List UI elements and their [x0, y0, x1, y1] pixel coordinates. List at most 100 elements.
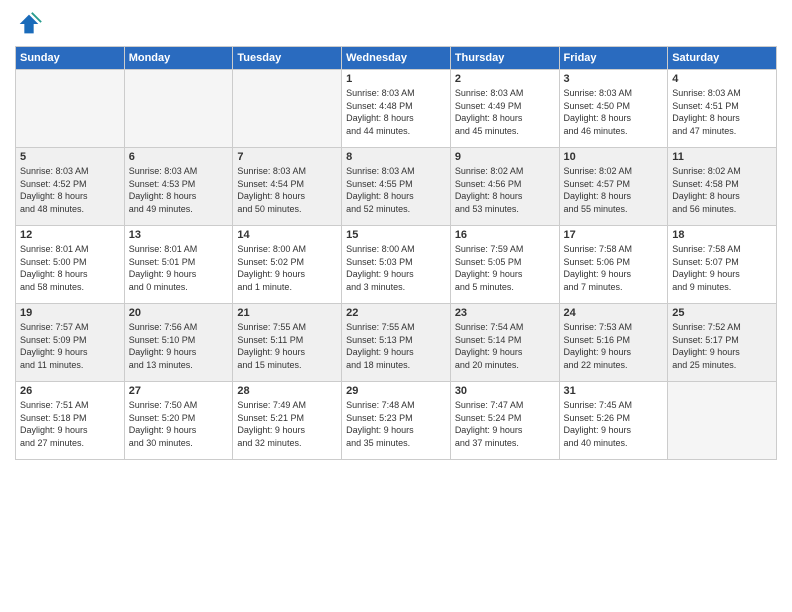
- calendar-cell: 2 Sunrise: 8:03 AM Sunset: 4:49 PM Daylig…: [450, 70, 559, 148]
- date-number: 8: [346, 151, 446, 163]
- date-number: 25: [672, 307, 772, 319]
- calendar-week-row: 5 Sunrise: 8:03 AM Sunset: 4:52 PM Daylig…: [16, 148, 777, 226]
- cell-content: Sunrise: 8:03 AM Sunset: 4:53 PM Dayligh…: [129, 165, 229, 215]
- date-number: 6: [129, 151, 229, 163]
- cell-content: Sunrise: 8:03 AM Sunset: 4:55 PM Dayligh…: [346, 165, 446, 215]
- date-number: 4: [672, 73, 772, 85]
- cell-content: Sunrise: 8:00 AM Sunset: 5:02 PM Dayligh…: [237, 243, 337, 293]
- day-header-sunday: Sunday: [16, 47, 125, 70]
- calendar-cell: [668, 382, 777, 460]
- calendar-cell: 25 Sunrise: 7:52 AM Sunset: 5:17 PM Dayli…: [668, 304, 777, 382]
- date-number: 9: [455, 151, 555, 163]
- cell-content: Sunrise: 7:53 AM Sunset: 5:16 PM Dayligh…: [564, 321, 664, 371]
- cell-content: Sunrise: 7:51 AM Sunset: 5:18 PM Dayligh…: [20, 399, 120, 449]
- calendar-cell: 26 Sunrise: 7:51 AM Sunset: 5:18 PM Dayli…: [16, 382, 125, 460]
- cell-content: Sunrise: 7:58 AM Sunset: 5:06 PM Dayligh…: [564, 243, 664, 293]
- day-header-wednesday: Wednesday: [342, 47, 451, 70]
- date-number: 11: [672, 151, 772, 163]
- date-number: 28: [237, 385, 337, 397]
- date-number: 19: [20, 307, 120, 319]
- calendar-cell: 13Sunrise: 8:01 AM Sunset: 5:01 PM Dayli…: [124, 226, 233, 304]
- calendar-cell: 11 Sunrise: 8:02 AM Sunset: 4:58 PM Dayli…: [668, 148, 777, 226]
- calendar-cell: 31 Sunrise: 7:45 AM Sunset: 5:26 PM Dayli…: [559, 382, 668, 460]
- calendar-cell: 9 Sunrise: 8:02 AM Sunset: 4:56 PM Daylig…: [450, 148, 559, 226]
- cell-content: Sunrise: 8:03 AM Sunset: 4:52 PM Dayligh…: [20, 165, 120, 215]
- cell-content: Sunrise: 8:03 AM Sunset: 4:49 PM Dayligh…: [455, 87, 555, 137]
- date-number: 7: [237, 151, 337, 163]
- cell-content: Sunrise: 7:50 AM Sunset: 5:20 PM Dayligh…: [129, 399, 229, 449]
- calendar-table: SundayMondayTuesdayWednesdayThursdayFrid…: [15, 46, 777, 460]
- calendar-cell: 7Sunrise: 8:03 AM Sunset: 4:54 PM Daylig…: [233, 148, 342, 226]
- date-number: 14: [237, 229, 337, 241]
- date-number: 1: [346, 73, 446, 85]
- date-number: 31: [564, 385, 664, 397]
- calendar-cell: 12 Sunrise: 8:01 AM Sunset: 5:00 PM Dayli…: [16, 226, 125, 304]
- date-number: 17: [564, 229, 664, 241]
- date-number: 3: [564, 73, 664, 85]
- calendar-cell: 15Sunrise: 8:00 AM Sunset: 5:03 PM Dayli…: [342, 226, 451, 304]
- cell-content: Sunrise: 8:03 AM Sunset: 4:50 PM Dayligh…: [564, 87, 664, 137]
- calendar-cell: [16, 70, 125, 148]
- date-number: 20: [129, 307, 229, 319]
- day-header-thursday: Thursday: [450, 47, 559, 70]
- cell-content: Sunrise: 7:49 AM Sunset: 5:21 PM Dayligh…: [237, 399, 337, 449]
- cell-content: Sunrise: 8:03 AM Sunset: 4:48 PM Dayligh…: [346, 87, 446, 137]
- calendar-cell: 21Sunrise: 7:55 AM Sunset: 5:11 PM Dayli…: [233, 304, 342, 382]
- cell-content: Sunrise: 7:47 AM Sunset: 5:24 PM Dayligh…: [455, 399, 555, 449]
- calendar-cell: 30 Sunrise: 7:47 AM Sunset: 5:24 PM Dayli…: [450, 382, 559, 460]
- calendar-cell: 18Sunrise: 7:58 AM Sunset: 5:07 PM Dayli…: [668, 226, 777, 304]
- date-number: 12: [20, 229, 120, 241]
- logo: [15, 10, 47, 38]
- cell-content: Sunrise: 8:02 AM Sunset: 4:56 PM Dayligh…: [455, 165, 555, 215]
- calendar-cell: 14 Sunrise: 8:00 AM Sunset: 5:02 PM Dayli…: [233, 226, 342, 304]
- calendar-cell: 19 Sunrise: 7:57 AM Sunset: 5:09 PM Dayli…: [16, 304, 125, 382]
- date-number: 5: [20, 151, 120, 163]
- calendar-cell: 20 Sunrise: 7:56 AM Sunset: 5:10 PM Dayli…: [124, 304, 233, 382]
- calendar-cell: 17 Sunrise: 7:58 AM Sunset: 5:06 PM Dayli…: [559, 226, 668, 304]
- header: [15, 10, 777, 38]
- cell-content: Sunrise: 7:59 AM Sunset: 5:05 PM Dayligh…: [455, 243, 555, 293]
- calendar-week-row: 1 Sunrise: 8:03 AM Sunset: 4:48 PM Daylig…: [16, 70, 777, 148]
- cell-content: Sunrise: 8:03 AM Sunset: 4:51 PM Dayligh…: [672, 87, 772, 137]
- logo-icon: [15, 10, 43, 38]
- calendar-cell: 4 Sunrise: 8:03 AM Sunset: 4:51 PM Daylig…: [668, 70, 777, 148]
- calendar-cell: 5 Sunrise: 8:03 AM Sunset: 4:52 PM Daylig…: [16, 148, 125, 226]
- day-header-tuesday: Tuesday: [233, 47, 342, 70]
- calendar-cell: 8 Sunrise: 8:03 AM Sunset: 4:55 PM Daylig…: [342, 148, 451, 226]
- cell-content: Sunrise: 7:57 AM Sunset: 5:09 PM Dayligh…: [20, 321, 120, 371]
- cell-content: Sunrise: 8:02 AM Sunset: 4:58 PM Dayligh…: [672, 165, 772, 215]
- calendar-cell: 24Sunrise: 7:53 AM Sunset: 5:16 PM Dayli…: [559, 304, 668, 382]
- day-header-friday: Friday: [559, 47, 668, 70]
- date-number: 15: [346, 229, 446, 241]
- cell-content: Sunrise: 7:48 AM Sunset: 5:23 PM Dayligh…: [346, 399, 446, 449]
- calendar-cell: 1 Sunrise: 8:03 AM Sunset: 4:48 PM Daylig…: [342, 70, 451, 148]
- cell-content: Sunrise: 8:01 AM Sunset: 5:01 PM Dayligh…: [129, 243, 229, 293]
- date-number: 23: [455, 307, 555, 319]
- calendar-cell: 22 Sunrise: 7:55 AM Sunset: 5:13 PM Dayli…: [342, 304, 451, 382]
- calendar-cell: 16 Sunrise: 7:59 AM Sunset: 5:05 PM Dayli…: [450, 226, 559, 304]
- cell-content: Sunrise: 7:56 AM Sunset: 5:10 PM Dayligh…: [129, 321, 229, 371]
- calendar-cell: 6 Sunrise: 8:03 AM Sunset: 4:53 PM Daylig…: [124, 148, 233, 226]
- cell-content: Sunrise: 8:02 AM Sunset: 4:57 PM Dayligh…: [564, 165, 664, 215]
- date-number: 2: [455, 73, 555, 85]
- date-number: 22: [346, 307, 446, 319]
- date-number: 10: [564, 151, 664, 163]
- calendar-week-row: 12 Sunrise: 8:01 AM Sunset: 5:00 PM Dayli…: [16, 226, 777, 304]
- page-container: SundayMondayTuesdayWednesdayThursdayFrid…: [0, 0, 792, 612]
- day-header-saturday: Saturday: [668, 47, 777, 70]
- calendar-cell: [233, 70, 342, 148]
- cell-content: Sunrise: 7:45 AM Sunset: 5:26 PM Dayligh…: [564, 399, 664, 449]
- date-number: 26: [20, 385, 120, 397]
- cell-content: Sunrise: 8:01 AM Sunset: 5:00 PM Dayligh…: [20, 243, 120, 293]
- date-number: 16: [455, 229, 555, 241]
- cell-content: Sunrise: 7:55 AM Sunset: 5:13 PM Dayligh…: [346, 321, 446, 371]
- day-header-monday: Monday: [124, 47, 233, 70]
- calendar-cell: 29Sunrise: 7:48 AM Sunset: 5:23 PM Dayli…: [342, 382, 451, 460]
- calendar-cell: 28 Sunrise: 7:49 AM Sunset: 5:21 PM Dayli…: [233, 382, 342, 460]
- calendar-week-row: 26 Sunrise: 7:51 AM Sunset: 5:18 PM Dayli…: [16, 382, 777, 460]
- calendar-week-row: 19 Sunrise: 7:57 AM Sunset: 5:09 PM Dayli…: [16, 304, 777, 382]
- calendar-cell: 23Sunrise: 7:54 AM Sunset: 5:14 PM Dayli…: [450, 304, 559, 382]
- calendar-cell: 27Sunrise: 7:50 AM Sunset: 5:20 PM Dayli…: [124, 382, 233, 460]
- date-number: 30: [455, 385, 555, 397]
- cell-content: Sunrise: 7:52 AM Sunset: 5:17 PM Dayligh…: [672, 321, 772, 371]
